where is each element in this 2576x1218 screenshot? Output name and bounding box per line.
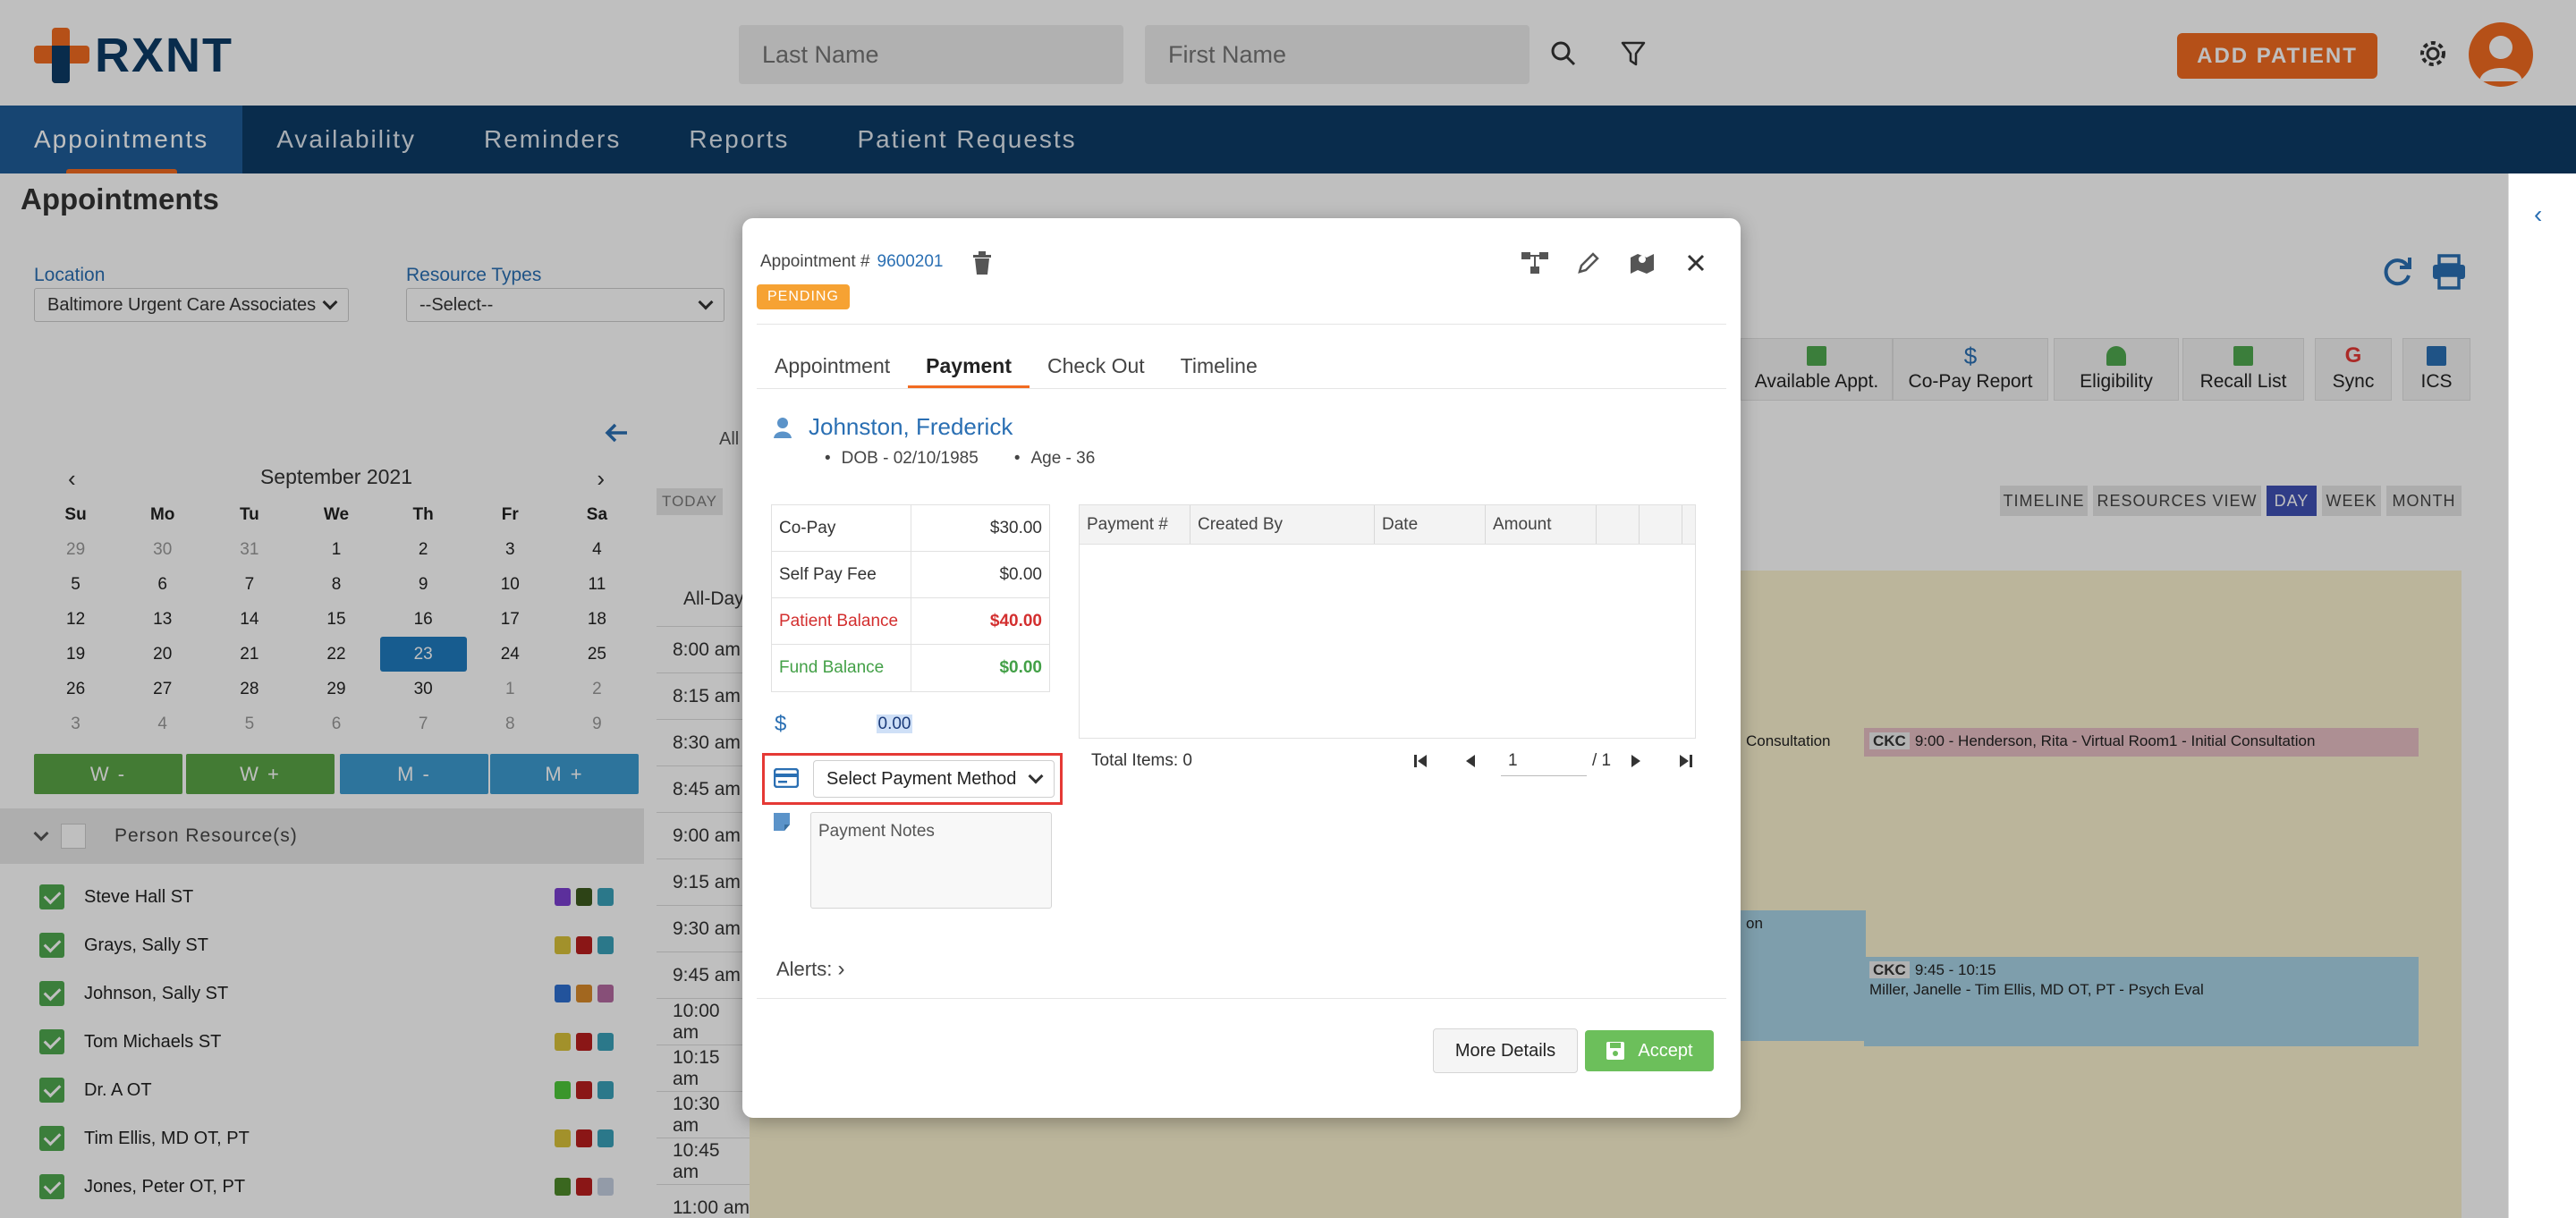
payment-method-select[interactable]: Select Payment Method (813, 760, 1055, 798)
status-badge: PENDING (757, 284, 850, 309)
fee-row: Self Pay Fee $0.00 (772, 552, 1049, 598)
payment-notes-textarea[interactable]: Payment Notes (810, 812, 1052, 909)
fee-label: Self Pay Fee (772, 552, 911, 597)
right-side-panel: ‹ (2508, 173, 2576, 1218)
first-page-icon[interactable] (1406, 747, 1435, 775)
total-items-label: Total Items: 0 (1091, 751, 1192, 770)
modal-tabs: Appointment Payment Check Out Timeline (757, 343, 1275, 388)
tabs-divider (757, 388, 1726, 389)
payment-amount-row[interactable]: $ 0.00 (771, 708, 1050, 740)
chevron-down-icon (1028, 768, 1044, 784)
alerts-label: Alerts: (776, 958, 833, 980)
appointment-number-link[interactable]: 9600201 (877, 252, 944, 271)
more-details-button[interactable]: More Details (1433, 1028, 1578, 1073)
save-icon (1606, 1042, 1625, 1060)
map-icon[interactable] (1626, 247, 1658, 279)
note-icon (773, 812, 791, 836)
close-icon[interactable] (1680, 247, 1712, 279)
payment-method-highlight: Select Payment Method (762, 753, 1063, 805)
alerts-toggle[interactable]: Alerts: › (776, 957, 844, 982)
fee-value: $0.00 (999, 658, 1042, 677)
payments-table-header: Payment # Created By Date Amount (1080, 505, 1695, 545)
prev-page-icon[interactable] (1456, 747, 1485, 775)
payments-table: Payment # Created By Date Amount (1079, 504, 1696, 739)
pager: 1 / 1 (1395, 744, 1711, 778)
page-number-input[interactable]: 1 (1501, 746, 1587, 776)
hierarchy-icon[interactable] (1519, 247, 1551, 279)
trash-icon[interactable] (966, 247, 998, 279)
appointment-number-label: Appointment # (760, 252, 870, 271)
patient-meta: DOB - 02/10/1985 Age - 36 (825, 449, 1096, 469)
column-header[interactable]: Date (1375, 505, 1486, 544)
column-header (1640, 505, 1682, 544)
column-header[interactable]: Amount (1486, 505, 1597, 544)
patient-age: Age - 36 (1014, 449, 1095, 469)
dollar-icon: $ (775, 712, 787, 736)
payment-amount-input[interactable]: 0.00 (814, 715, 1050, 734)
credit-card-icon (773, 767, 800, 792)
fee-row: Patient Balance $40.00 (772, 598, 1049, 645)
chevron-right-icon: › (837, 957, 845, 981)
tab-payment[interactable]: Payment (908, 343, 1030, 388)
tab-check-out[interactable]: Check Out (1030, 343, 1163, 388)
chevron-left-icon[interactable]: ‹ (2534, 200, 2542, 229)
pencil-icon[interactable] (1572, 247, 1605, 279)
fee-summary-table: Co-Pay $30.00 Self Pay Fee $0.00 Patient Bal… (771, 504, 1050, 692)
page-total: / 1 (1592, 751, 1612, 770)
tab-appointment[interactable]: Appointment (757, 343, 908, 388)
next-page-icon[interactable] (1622, 747, 1650, 775)
appointment-number-row: Appointment # 9600201 (760, 252, 944, 272)
patient-name-link[interactable]: Johnston, Frederick (809, 413, 1013, 441)
fee-label: Co-Pay (772, 505, 911, 551)
fee-row: Fund Balance $0.00 (772, 645, 1049, 691)
patient-dob: DOB - 02/10/1985 (825, 449, 979, 469)
fee-label: Fund Balance (772, 645, 911, 691)
fee-value: $40.00 (989, 611, 1042, 630)
column-header[interactable]: Payment # (1080, 505, 1191, 544)
alerts-divider (757, 998, 1726, 999)
column-header[interactable]: Created By (1191, 505, 1375, 544)
column-header (1597, 505, 1640, 544)
fee-label: Patient Balance (772, 598, 911, 644)
fee-row: Co-Pay $30.00 (772, 505, 1049, 552)
fee-value: $30.00 (989, 518, 1042, 537)
modal-divider (757, 324, 1726, 325)
fee-value: $0.00 (999, 564, 1042, 584)
accept-button[interactable]: Accept (1585, 1030, 1714, 1071)
tab-timeline[interactable]: Timeline (1163, 343, 1275, 388)
appointment-modal: Appointment # 9600201 PENDING Appointment… (742, 218, 1741, 1118)
last-page-icon[interactable] (1672, 747, 1700, 775)
person-icon (773, 417, 792, 443)
payment-method-value: Select Payment Method (826, 768, 1017, 789)
payment-amount-value: 0.00 (876, 715, 913, 733)
accept-label: Accept (1638, 1040, 1693, 1061)
